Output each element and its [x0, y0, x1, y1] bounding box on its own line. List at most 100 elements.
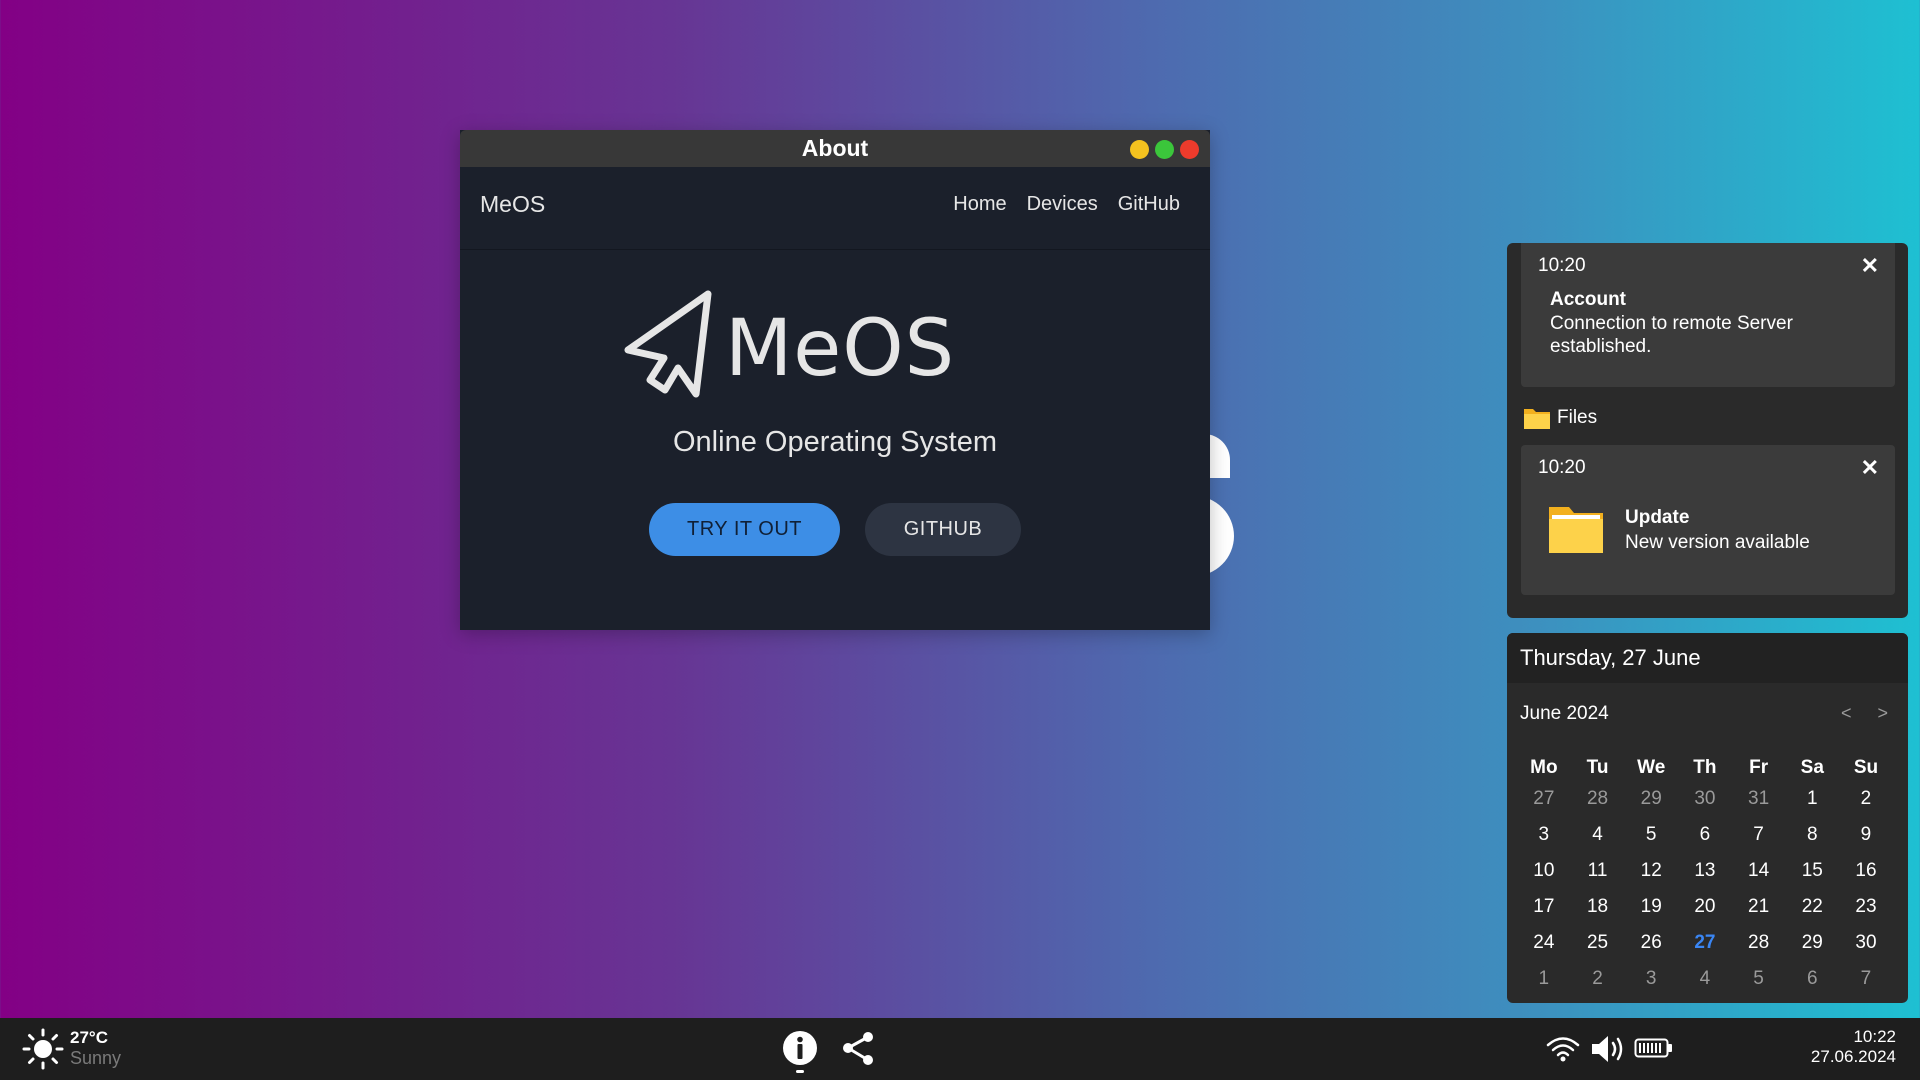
- notification-group-files: Files: [1523, 406, 1597, 430]
- calendar-day[interactable]: 22: [1785, 896, 1839, 918]
- notification-card[interactable]: 10:20 ✕ Update New version available: [1521, 445, 1895, 595]
- nav-link-devices[interactable]: Devices: [1027, 193, 1098, 216]
- calendar-day[interactable]: 30: [1678, 788, 1732, 810]
- calendar-day[interactable]: 23: [1839, 896, 1893, 918]
- calendar-week-row: 27 28 29 30 31 1 2: [1517, 781, 1893, 817]
- wifi-icon[interactable]: [1546, 1036, 1580, 1062]
- calendar-day[interactable]: 2: [1571, 968, 1625, 990]
- volume-icon[interactable]: [1590, 1034, 1626, 1064]
- calendar-day[interactable]: 4: [1571, 824, 1625, 846]
- calendar-day[interactable]: 25: [1571, 932, 1625, 954]
- try-it-out-button[interactable]: TRY IT OUT: [649, 503, 840, 556]
- notification-card[interactable]: 10:20 ✕ Account Connection to remote Ser…: [1521, 243, 1895, 387]
- calendar-week-row: 17 18 19 20 21 22 23: [1517, 889, 1893, 925]
- active-app-indicator: [796, 1070, 804, 1073]
- calendar-day[interactable]: 19: [1624, 896, 1678, 918]
- logo-text: MeOS: [725, 304, 956, 394]
- app-brand-link[interactable]: MeOS: [480, 191, 545, 218]
- calendar-nav: < >: [1841, 703, 1888, 724]
- calendar-day[interactable]: 18: [1571, 896, 1625, 918]
- calendar-day[interactable]: 6: [1678, 824, 1732, 846]
- calendar-day[interactable]: 28: [1571, 788, 1625, 810]
- weekday-label: Th: [1693, 757, 1717, 778]
- chevron-left-icon[interactable]: <: [1841, 703, 1852, 724]
- calendar-day[interactable]: 27: [1517, 788, 1571, 810]
- calendar-day[interactable]: 5: [1732, 968, 1786, 990]
- calendar-day[interactable]: 31: [1732, 788, 1786, 810]
- maximize-button[interactable]: [1155, 140, 1174, 159]
- folder-icon: [1549, 507, 1603, 553]
- calendar-day[interactable]: 13: [1678, 860, 1732, 882]
- window-controls: [1130, 140, 1199, 159]
- battery-icon[interactable]: [1634, 1037, 1674, 1059]
- calendar-day[interactable]: 1: [1785, 788, 1839, 810]
- about-window: About MeOS Home Devices GitHub MeOS Onli…: [460, 130, 1210, 630]
- calendar-day[interactable]: 17: [1517, 896, 1571, 918]
- calendar-widget: Thursday, 27 June June 2024 < > Mo Tu We…: [1507, 633, 1908, 1003]
- weather-condition: Sunny: [70, 1048, 122, 1068]
- calendar-day[interactable]: 29: [1624, 788, 1678, 810]
- nav-link-home[interactable]: Home: [953, 193, 1006, 216]
- calendar-weekday-row: Mo Tu We Th Fr Sa Su: [1517, 755, 1893, 781]
- notification-group-label: Files: [1557, 407, 1598, 428]
- calendar-day[interactable]: 15: [1785, 860, 1839, 882]
- calendar-week-row: 10 11 12 13 14 15 16: [1517, 853, 1893, 889]
- calendar-day[interactable]: 26: [1624, 932, 1678, 954]
- calendar-day[interactable]: 5: [1624, 824, 1678, 846]
- weekday-label: Tu: [1586, 757, 1609, 778]
- meos-logo: MeOS: [620, 290, 960, 400]
- calendar-day[interactable]: 1: [1517, 968, 1571, 990]
- notification-title: Account: [1550, 289, 1626, 310]
- notification-message: Connection to remote Server established.: [1550, 313, 1793, 357]
- taskbar-clock[interactable]: 10:22 27.06.2024: [1811, 1027, 1896, 1067]
- calendar-day[interactable]: 20: [1678, 896, 1732, 918]
- notification-title: Update: [1625, 507, 1690, 528]
- calendar-day[interactable]: 7: [1732, 824, 1786, 846]
- weekday-label: Sa: [1800, 757, 1824, 778]
- share-icon[interactable]: [840, 1030, 876, 1066]
- info-icon[interactable]: [782, 1030, 818, 1066]
- calendar-day[interactable]: 21: [1732, 896, 1786, 918]
- taskbar: 27°C Sunny 10:22 27.06.2024: [0, 1018, 1920, 1080]
- calendar-day[interactable]: 11: [1571, 860, 1625, 882]
- calendar-day[interactable]: 7: [1839, 968, 1893, 990]
- calendar-date-header: Thursday, 27 June: [1507, 633, 1908, 683]
- calendar-day[interactable]: 30: [1839, 932, 1893, 954]
- weekday-label: Fr: [1749, 757, 1769, 778]
- hero-subtitle: Online Operating System: [673, 426, 997, 458]
- calendar-day[interactable]: 14: [1732, 860, 1786, 882]
- nav-link-github[interactable]: GitHub: [1118, 193, 1180, 216]
- weekday-label: We: [1637, 757, 1666, 778]
- close-icon[interactable]: ✕: [1861, 455, 1879, 481]
- calendar-day[interactable]: 24: [1517, 932, 1571, 954]
- calendar-day[interactable]: 8: [1785, 824, 1839, 846]
- github-button[interactable]: GITHUB: [865, 503, 1021, 556]
- calendar-day[interactable]: 29: [1785, 932, 1839, 954]
- calendar-month-label: June 2024: [1520, 703, 1609, 724]
- notification-time: 10:20: [1538, 255, 1586, 276]
- window-title: About: [801, 135, 869, 161]
- calendar-week-row: 3 4 5 6 7 8 9: [1517, 817, 1893, 853]
- chevron-right-icon[interactable]: >: [1877, 703, 1888, 724]
- calendar-day[interactable]: 9: [1839, 824, 1893, 846]
- calendar-day-today[interactable]: 27: [1678, 932, 1732, 954]
- close-icon[interactable]: ✕: [1861, 253, 1879, 279]
- app-navbar: MeOS Home Devices GitHub: [460, 167, 1210, 250]
- window-titlebar[interactable]: About: [460, 130, 1210, 167]
- calendar-day[interactable]: 3: [1624, 968, 1678, 990]
- calendar-day[interactable]: 28: [1732, 932, 1786, 954]
- calendar-day[interactable]: 12: [1624, 860, 1678, 882]
- calendar-day[interactable]: 2: [1839, 788, 1893, 810]
- calendar-day[interactable]: 3: [1517, 824, 1571, 846]
- calendar-week-row: 1 2 3 4 5 6 7: [1517, 961, 1893, 997]
- close-button[interactable]: [1180, 140, 1199, 159]
- minimize-button[interactable]: [1130, 140, 1149, 159]
- calendar-grid: Mo Tu We Th Fr Sa Su 27 28 29 30 31 1 2 …: [1517, 755, 1893, 997]
- calendar-day[interactable]: 10: [1517, 860, 1571, 882]
- sun-icon[interactable]: [22, 1028, 64, 1070]
- calendar-day[interactable]: 16: [1839, 860, 1893, 882]
- clock-time: 10:22: [1853, 1027, 1896, 1046]
- calendar-day[interactable]: 4: [1678, 968, 1732, 990]
- calendar-day[interactable]: 6: [1785, 968, 1839, 990]
- clock-date: 27.06.2024: [1810, 1047, 1896, 1066]
